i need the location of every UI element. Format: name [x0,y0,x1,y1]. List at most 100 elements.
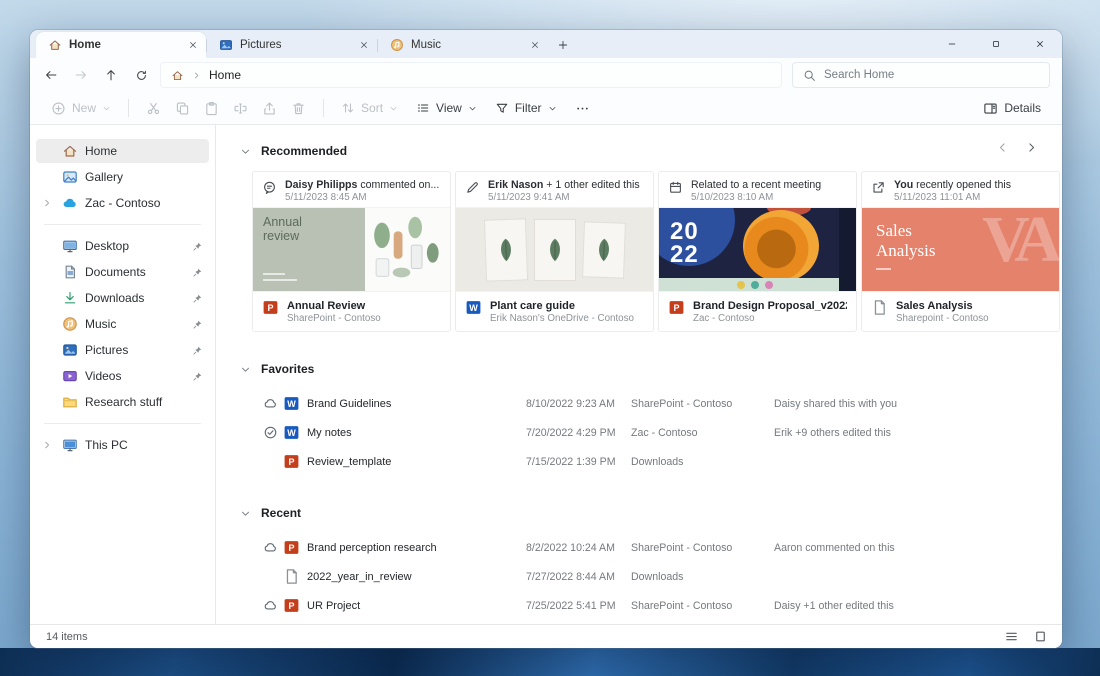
breadcrumb-home-icon[interactable] [171,69,184,82]
tab-home[interactable]: Home [36,32,206,58]
file-row-ur-project[interactable]: PUR Project7/25/2022 5:41 PMSharePoint -… [216,591,1062,620]
file-date: 7/25/2022 5:41 PM [526,600,631,612]
sidebar-item-research-stuff[interactable]: Research stuff [36,390,209,414]
plus-icon [557,39,569,51]
thumbnail-plant-care[interactable] [456,207,653,292]
file-explorer-window: HomePicturesMusic Home New Sort View Fil… [30,30,1062,648]
forward-button[interactable] [66,60,96,90]
recommended-card-plant-care-guide[interactable]: Erik Nason + 1 other edited this5/11/202… [455,171,654,332]
recommended-card-annual-review[interactable]: Daisy Philipps commented on...5/11/2023 … [252,171,451,332]
tab-close-button[interactable] [188,40,198,50]
file-row-brand-perception-research[interactable]: PBrand perception research8/2/2022 10:24… [216,533,1062,562]
cut-button[interactable] [139,97,168,120]
thumbnail-annual-review[interactable]: Annual review [253,207,450,292]
filter-button[interactable]: Filter [488,97,564,119]
file-row-2022-year-in-review[interactable]: 2022_year_in_review7/27/2022 8:44 AMDown… [216,562,1062,591]
recent-title[interactable]: Recent [261,506,301,520]
pictures-icon [62,342,78,358]
chevron-left-small-icon [996,141,1009,154]
sidebar-item-this-pc[interactable]: This PC [36,433,209,457]
recommended-title[interactable]: Recommended [261,144,347,158]
expand-chevron[interactable] [42,440,55,450]
paste-button[interactable] [197,97,226,120]
delete-button[interactable] [284,97,313,120]
chevron-right-icon [1025,141,1038,154]
word-icon: W [283,424,300,441]
file-row-brand-guidelines[interactable]: WBrand Guidelines8/10/2022 9:23 AMShareP… [216,389,1062,418]
expand-chevron[interactable] [42,198,55,208]
more-options-button[interactable] [568,97,597,120]
minimize-icon [947,39,957,49]
sidebar-item-music[interactable]: Music [36,312,209,336]
scroll-right-button[interactable] [1025,141,1038,154]
thumbnail-brand-2022[interactable]: 2022 [659,207,856,292]
tab-strip: HomePicturesMusic [36,32,548,58]
minimize-button[interactable] [930,30,974,58]
sidebar-item-downloads[interactable]: Downloads [36,286,209,310]
file-name: Review_template [307,456,526,468]
close-button[interactable] [1018,30,1062,58]
chevron-down-icon [240,364,251,375]
breadcrumb[interactable]: Home [160,62,782,88]
sort-button[interactable]: Sort [334,97,405,119]
view-button[interactable]: View [409,97,484,119]
tab-music[interactable]: Music [378,32,548,58]
recommended-card-brand-design-proposal-v2022[interactable]: Related to a recent meeting5/10/2023 8:1… [658,171,857,332]
sidebar-item-home[interactable]: Home [36,139,209,163]
pictures-icon [219,38,233,52]
breadcrumb-label[interactable]: Home [209,68,241,82]
filter-button-label: Filter [515,101,542,115]
svg-text:W: W [287,399,296,409]
list-view-button[interactable] [1004,629,1019,644]
refresh-button[interactable] [126,60,156,90]
navigation-pane: HomeGalleryZac - Contoso DesktopDocuments… [30,125,216,624]
file-activity: Aaron commented on this [774,542,1062,554]
thumbnail-sales-analysis[interactable]: VASalesAnalysis [862,207,1059,292]
pin-icon [192,345,203,356]
share-button[interactable] [255,97,284,120]
sidebar-item-desktop[interactable]: Desktop [36,234,209,258]
chevron-right-icon [192,71,201,80]
recommended-card-sales-analysis[interactable]: You recently opened this5/11/2023 11:01 … [861,171,1060,332]
this-pc-icon [62,437,78,453]
svg-text:W: W [469,303,478,313]
new-button[interactable]: New [44,97,118,120]
details-button[interactable]: Details [976,97,1048,120]
maximize-button[interactable] [974,30,1018,58]
file-row-review-template[interactable]: PReview_template7/15/2022 1:39 PMDownloa… [216,447,1062,476]
recommended-collapse-icon[interactable] [240,146,251,157]
sidebar-item-pictures[interactable]: Pictures [36,338,209,362]
sidebar-item-videos[interactable]: Videos [36,364,209,388]
recommended-scroll-nav [996,141,1038,154]
delete-icon [291,101,306,116]
breadcrumb-chevron-icon [192,71,201,80]
card-activity-text: Erik Nason + 1 other edited this [488,179,640,192]
thumb-view-button[interactable] [1033,629,1048,644]
card-file-location: Sharepoint - Contoso [896,313,989,324]
address-bar: Home [30,58,1062,92]
favorites-collapse-icon[interactable] [240,364,251,375]
sidebar-item-zac-contoso[interactable]: Zac - Contoso [36,191,209,215]
tab-close-button[interactable] [530,40,540,50]
tab-pictures[interactable]: Pictures [207,32,377,58]
search-input[interactable] [824,69,1039,81]
word-icon: W [283,395,300,412]
scroll-left-button[interactable] [996,141,1009,154]
maximize-icon [991,39,1001,49]
file-name: Brand perception research [307,542,526,554]
file-location: SharePoint - Contoso [631,600,774,612]
recent-collapse-icon[interactable] [240,508,251,519]
search-box[interactable] [792,62,1050,88]
new-tab-button[interactable] [548,32,578,58]
tab-close-button[interactable] [359,40,369,50]
ppt-icon: P [283,539,300,556]
favorites-title[interactable]: Favorites [261,362,314,376]
back-button[interactable] [36,60,66,90]
rename-button[interactable] [226,97,255,120]
up-button[interactable] [96,60,126,90]
sidebar-item-documents[interactable]: Documents [36,260,209,284]
copy-button[interactable] [168,97,197,120]
item-count: 14 items [46,631,88,643]
sidebar-item-gallery[interactable]: Gallery [36,165,209,189]
file-row-my-notes[interactable]: WMy notes7/20/2022 4:29 PMZac - ContosoE… [216,418,1062,447]
